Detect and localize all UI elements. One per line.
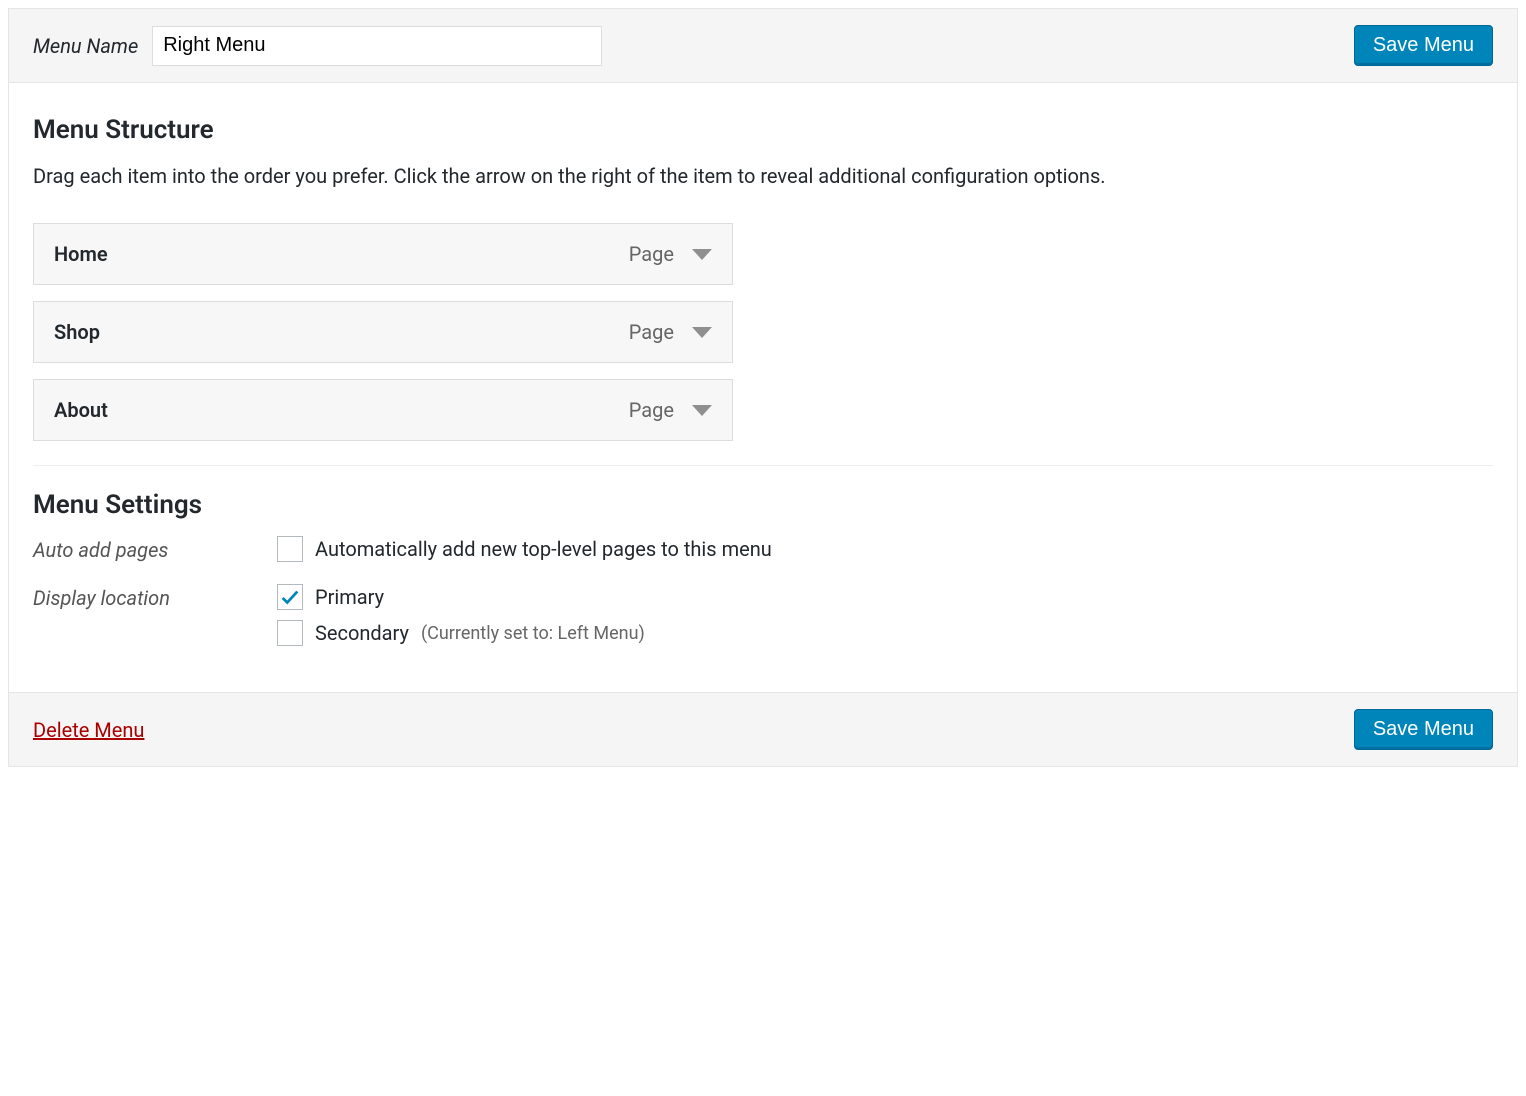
auto-add-pages-row: Auto add pages Automatically add new top…: [33, 536, 1493, 572]
display-location-option[interactable]: Secondary (Currently set to: Left Menu): [277, 620, 1493, 646]
panel-footer: Delete Menu Save Menu: [9, 692, 1517, 766]
menu-item-type: Page: [629, 320, 674, 344]
display-location-controls: Primary Secondary (Currently set to: Left…: [277, 584, 1493, 656]
auto-add-pages-label: Auto add pages: [33, 536, 277, 562]
menu-structure-heading: Menu Structure: [33, 115, 1493, 145]
display-location-name: Primary: [315, 585, 384, 609]
display-location-row: Display location Primary Secondary (Curre…: [33, 584, 1493, 656]
menu-items-list: Home Page Shop Page About Page: [33, 223, 733, 441]
menu-name-group: Menu Name: [33, 26, 602, 66]
menu-name-label: Menu Name: [33, 34, 138, 58]
menu-item-title: Shop: [54, 320, 100, 344]
auto-add-pages-controls: Automatically add new top-level pages to…: [277, 536, 1493, 572]
menu-item-title: About: [54, 398, 108, 422]
chevron-down-icon[interactable]: [692, 327, 712, 338]
menu-item[interactable]: About Page: [33, 379, 733, 441]
chevron-down-icon[interactable]: [692, 405, 712, 416]
display-location-label: Display location: [33, 584, 277, 610]
auto-add-pages-option[interactable]: Automatically add new top-level pages to…: [277, 536, 1493, 562]
menu-item-type: Page: [629, 242, 674, 266]
menu-item-meta: Page: [629, 242, 712, 266]
menu-name-input[interactable]: [152, 26, 602, 66]
display-location-checkbox[interactable]: [277, 620, 303, 646]
menu-item-title: Home: [54, 242, 108, 266]
section-divider: [33, 465, 1493, 466]
display-location-name: Secondary: [315, 621, 409, 645]
check-icon: [279, 586, 301, 608]
auto-add-pages-checkbox[interactable]: [277, 536, 303, 562]
display-location-checkbox[interactable]: [277, 584, 303, 610]
display-location-option[interactable]: Primary: [277, 584, 1493, 610]
auto-add-pages-text: Automatically add new top-level pages to…: [315, 537, 772, 561]
menu-item-meta: Page: [629, 398, 712, 422]
display-location-note: (Currently set to: Left Menu): [421, 623, 645, 644]
save-menu-button-top[interactable]: Save Menu: [1354, 25, 1493, 66]
menu-item[interactable]: Shop Page: [33, 301, 733, 363]
delete-menu-link[interactable]: Delete Menu: [33, 718, 144, 742]
menu-item[interactable]: Home Page: [33, 223, 733, 285]
menu-settings-heading: Menu Settings: [33, 490, 1493, 520]
menu-edit-panel: Menu Name Save Menu Menu Structure Drag …: [8, 8, 1518, 767]
menu-structure-helper: Drag each item into the order you prefer…: [33, 161, 1493, 191]
panel-header: Menu Name Save Menu: [9, 9, 1517, 83]
chevron-down-icon[interactable]: [692, 249, 712, 260]
menu-item-meta: Page: [629, 320, 712, 344]
menu-item-type: Page: [629, 398, 674, 422]
save-menu-button-bottom[interactable]: Save Menu: [1354, 709, 1493, 750]
panel-body: Menu Structure Drag each item into the o…: [9, 83, 1517, 692]
